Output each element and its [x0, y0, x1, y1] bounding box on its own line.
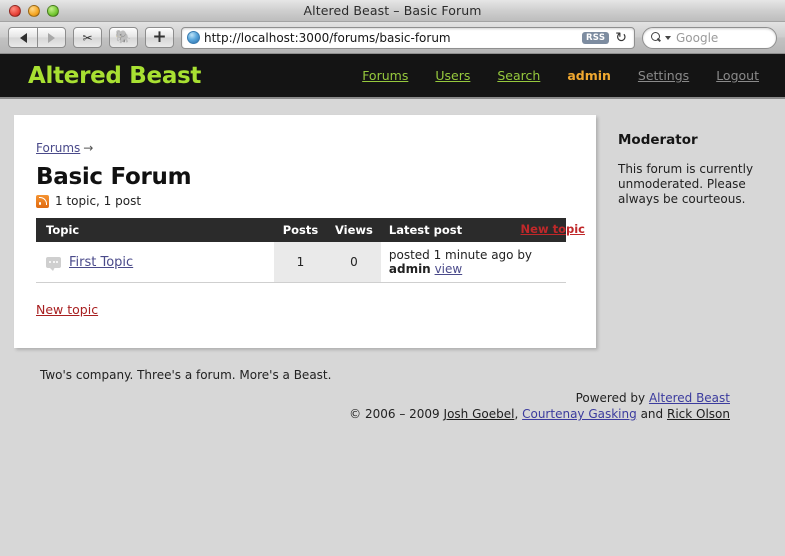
author-link-courtenay-gasking[interactable]: Courtenay Gasking: [522, 407, 637, 421]
plus-icon: +: [152, 26, 167, 47]
breadcrumb-arrow-icon: →: [83, 141, 94, 155]
copyright-line: © 2006 – 2009 Josh Goebel, Courtenay Gas…: [40, 406, 730, 422]
elephant-icon: 🐘: [115, 30, 132, 45]
page-layout: Forums → Basic Forum 1 topic, 1 post Topi…: [0, 99, 785, 348]
main-nav: Forums Users Search admin Settings Logou…: [362, 68, 759, 83]
column-header-posts: Posts: [273, 218, 327, 242]
chevron-down-icon[interactable]: [665, 35, 671, 40]
content-panel: Forums → Basic Forum 1 topic, 1 post Topi…: [14, 115, 596, 348]
column-header-latest: Latest post New topic: [380, 218, 585, 242]
credits-and: and: [640, 407, 664, 421]
credits-comma: ,: [514, 407, 519, 421]
nav-item-settings[interactable]: Settings: [638, 68, 689, 83]
url-text: http://localhost:3000/forums/basic-forum: [204, 30, 451, 45]
table-row[interactable]: First Topic 1 0 posted 1 minute ago by a…: [36, 242, 566, 283]
topics-table-head: Topic Posts Views Latest post New topic: [36, 218, 585, 242]
footer-tagline: Two's company. Three's a forum. More's a…: [40, 368, 332, 382]
cell-topic: First Topic: [36, 242, 274, 283]
nav-item-admin[interactable]: admin: [567, 68, 611, 83]
site-header: Altered Beast Forums Users Search admin …: [0, 54, 785, 99]
powered-by-prefix: Powered by: [575, 391, 646, 405]
copyright-prefix: © 2006 – 2009: [349, 407, 440, 421]
latest-post-prefix: posted 1 minute ago by: [388, 248, 533, 262]
bubble-dots: [46, 257, 61, 263]
search-placeholder: Google: [676, 30, 719, 45]
page-title: Basic Forum: [36, 164, 192, 190]
nav-item-logout[interactable]: Logout: [716, 68, 759, 83]
author-link-rick-olson[interactable]: Rick Olson: [667, 407, 730, 421]
nav-item-users[interactable]: Users: [435, 68, 470, 83]
search-input[interactable]: Google: [642, 26, 777, 49]
nav-item-forums[interactable]: Forums: [362, 68, 408, 83]
forward-button[interactable]: [37, 27, 66, 48]
column-header-views: Views: [326, 218, 381, 242]
url-bar[interactable]: http://localhost:3000/forums/basic-forum…: [181, 26, 635, 49]
view-post-link[interactable]: view: [435, 262, 463, 276]
cell-views: 0: [326, 242, 381, 283]
powered-by-line: Powered by Altered Beast: [40, 390, 730, 406]
site-logo[interactable]: Altered Beast: [28, 63, 201, 89]
column-header-topic: Topic: [36, 218, 274, 242]
evernote-button[interactable]: 🐘: [109, 27, 138, 48]
page-body: Altered Beast Forums Users Search admin …: [0, 54, 785, 556]
new-topic-header-link[interactable]: New topic: [521, 222, 585, 236]
search-icon: [651, 32, 662, 43]
new-tab-button[interactable]: +: [145, 27, 174, 48]
cell-posts: 1: [273, 242, 327, 283]
latest-post-author: admin: [388, 262, 431, 276]
footer-credits: Powered by Altered Beast © 2006 – 2009 J…: [40, 390, 759, 422]
topics-table-body: First Topic 1 0 posted 1 minute ago by a…: [36, 242, 566, 283]
speech-bubble-icon: [46, 256, 61, 271]
reload-icon[interactable]: ↻: [613, 30, 631, 46]
rss-feed-icon[interactable]: [36, 194, 49, 208]
topic-link[interactable]: First Topic: [69, 255, 133, 270]
forum-stats: 1 topic, 1 post: [55, 194, 142, 208]
browser-toolbar: ✂ 🐘 + http://localhost:3000/forums/basic…: [0, 22, 785, 54]
column-header-latest-label: Latest post: [388, 223, 463, 237]
author-link-josh-goebel[interactable]: Josh Goebel: [444, 407, 515, 421]
browser-window: Altered Beast – Basic Forum ✂ 🐘 + http:/…: [0, 0, 785, 556]
titlebar: Altered Beast – Basic Forum: [0, 0, 785, 22]
snippet-button[interactable]: ✂: [73, 27, 102, 48]
sidebar-body: This forum is currently unmoderated. Ple…: [618, 162, 754, 206]
sidebar: Moderator This forum is currently unmode…: [596, 115, 771, 348]
table-header-row: Topic Posts Views Latest post New topic: [36, 218, 585, 242]
back-arrow-icon: [19, 32, 27, 43]
topics-table: Topic Posts Views Latest post New topic: [36, 218, 585, 283]
globe-icon: [187, 31, 200, 44]
back-button[interactable]: [8, 27, 37, 48]
scissors-icon: ✂: [82, 30, 93, 45]
cell-latest-post: posted 1 minute ago by admin view: [380, 242, 566, 283]
page-footer: Two's company. Three's a forum. More's a…: [0, 348, 785, 422]
rss-badge[interactable]: RSS: [581, 31, 610, 44]
topic-cell-inner: First Topic: [46, 255, 266, 271]
breadcrumb: Forums →: [36, 141, 566, 155]
forward-arrow-icon: [48, 32, 55, 43]
breadcrumb-forums-link[interactable]: Forums: [36, 141, 80, 155]
altered-beast-link[interactable]: Altered Beast: [649, 391, 730, 405]
window-title: Altered Beast – Basic Forum: [303, 3, 482, 18]
forum-meta: 1 topic, 1 post: [36, 194, 566, 208]
sidebar-title: Moderator: [618, 132, 698, 148]
nav-item-search[interactable]: Search: [497, 68, 540, 83]
new-topic-button[interactable]: New topic: [36, 302, 98, 317]
nav-button-group: [8, 27, 66, 48]
